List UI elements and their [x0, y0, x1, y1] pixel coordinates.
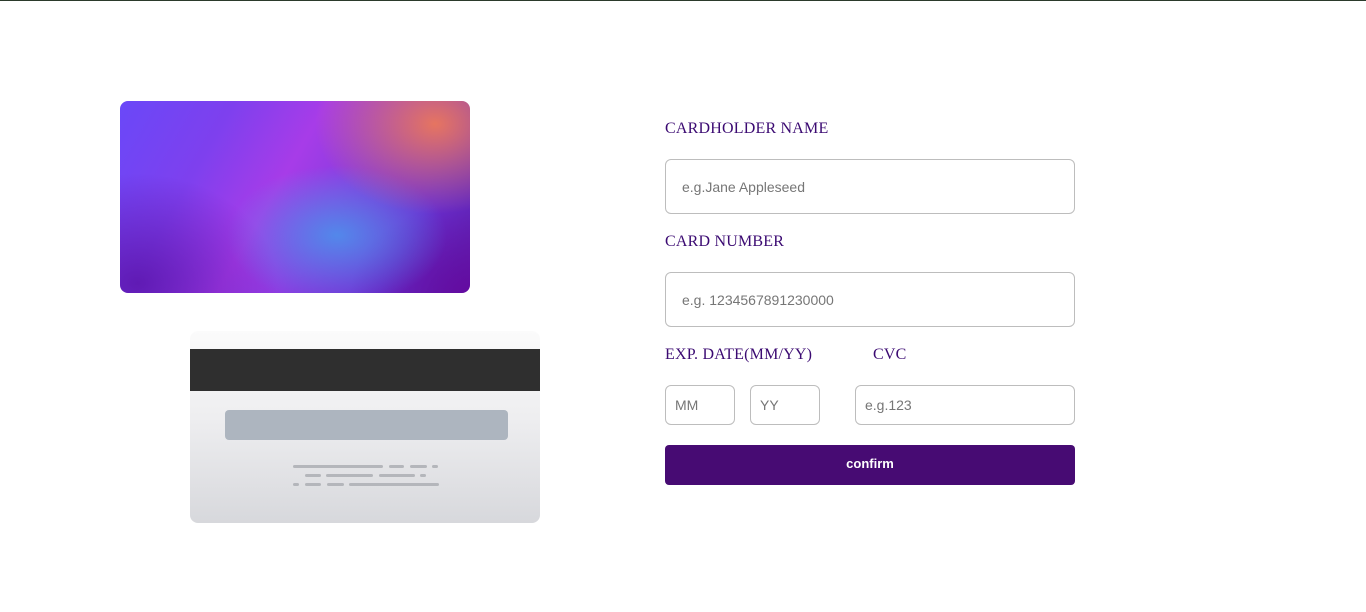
card-front-image [120, 101, 470, 293]
signature-strip [225, 410, 508, 440]
card-number-input[interactable] [665, 272, 1075, 327]
cvc-label: CVC [873, 346, 907, 363]
expiry-month-input[interactable] [665, 385, 735, 425]
expiry-year-input[interactable] [750, 385, 820, 425]
expiry-date-label: EXP. DATE(MM/YY) [665, 346, 813, 363]
card-number-label: CARD NUMBER [665, 233, 785, 250]
card-back-image [190, 331, 540, 523]
card-details-form: CARDHOLDER NAME CARD NUMBER EXP. DATE(MM… [665, 0, 1075, 612]
confirm-button[interactable]: confirm [665, 445, 1075, 485]
card-back-fine-print [293, 465, 443, 489]
cardholder-name-input[interactable] [665, 159, 1075, 214]
magnetic-stripe [190, 349, 540, 391]
cvc-input[interactable] [855, 385, 1075, 425]
cardholder-name-label: CARDHOLDER NAME [665, 120, 829, 137]
